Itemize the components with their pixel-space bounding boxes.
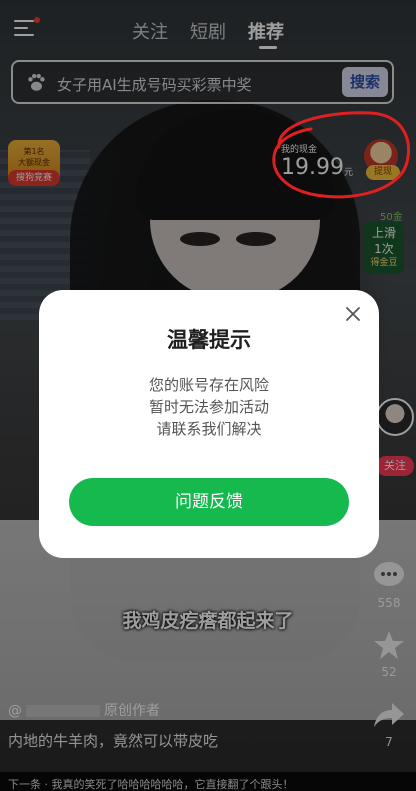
dialog-title: 温馨提示 (167, 328, 251, 352)
close-icon[interactable] (345, 306, 361, 322)
dialog-message-line: 暂时无法参加活动 (148, 398, 269, 416)
dialog-message-line: 请联系我们解决 (156, 420, 262, 438)
dialog-message: 您的账号存在风险 暂时无法参加活动 请联系我们解决 (39, 374, 379, 440)
annotation-circle (272, 111, 410, 199)
feedback-button[interactable]: 问题反馈 (69, 478, 349, 526)
dialog-message-line: 您的账号存在风险 (148, 376, 269, 394)
warning-dialog: 温馨提示 您的账号存在风险 暂时无法参加活动 请联系我们解决 问题反馈 (39, 290, 379, 558)
